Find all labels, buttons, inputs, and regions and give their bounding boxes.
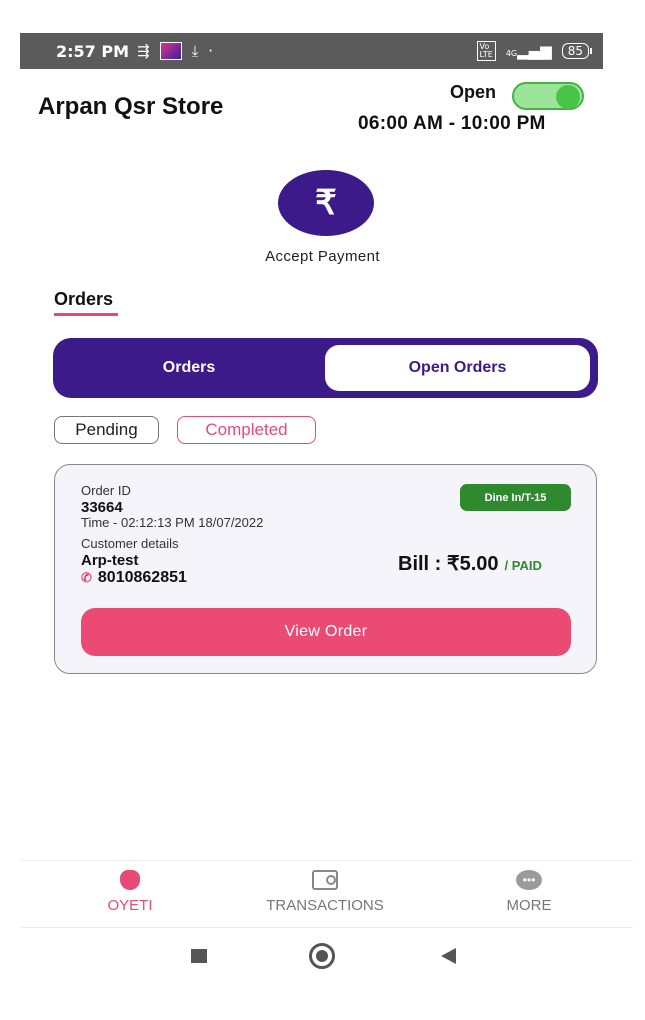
payment-status: / PAID [504, 558, 542, 573]
nav-transactions[interactable]: TRANSACTIONS [250, 869, 400, 914]
system-nav-bar [0, 935, 645, 975]
nav-transactions-label: TRANSACTIONS [266, 897, 384, 914]
customer-name: Arp-test [81, 552, 139, 569]
order-card: Order ID 33664 Time - 02:12:13 PM 18/07/… [54, 464, 597, 674]
rupee-icon: ₹ [315, 184, 337, 222]
order-time: Time - 02:12:13 PM 18/07/2022 [81, 515, 264, 530]
toggle-knob [556, 85, 580, 109]
status-icons-left: ⇶ ⤓ · [137, 42, 213, 60]
filter-completed[interactable]: Completed [177, 416, 316, 444]
dine-in-badge: Dine In/T-15 [460, 484, 571, 511]
notification-icon: ⇶ [137, 42, 150, 60]
orders-heading-underline [54, 313, 118, 316]
open-status-label: Open [450, 82, 497, 102]
dot-icon: · [208, 42, 214, 60]
order-id: 33664 [81, 499, 123, 516]
battery-icon: 85 [561, 43, 593, 59]
store-hours: 06:00 AM - 10:00 PM [358, 113, 546, 134]
recents-icon[interactable] [191, 949, 207, 963]
customer-phone[interactable]: ✆ 8010862851 [81, 569, 187, 587]
open-toggle[interactable] [512, 82, 584, 110]
bottom-nav: OYETI TRANSACTIONS ••• MORE [20, 860, 633, 928]
accept-payment-label: Accept Payment [265, 248, 380, 265]
filter-pending[interactable]: Pending [54, 416, 159, 444]
download-icon: ⤓ [191, 42, 199, 60]
orders-tab-switcher: Orders Open Orders [53, 338, 598, 398]
tab-orders[interactable]: Orders [53, 338, 325, 398]
status-bar: 2:57 PM ⇶ ⤓ · Vo LTE 4G▂▄▆ 85 [20, 33, 603, 69]
volte-icon: Vo LTE [476, 41, 496, 61]
bill-value: Bill : ₹5.00 [398, 553, 499, 575]
nav-more-label: MORE [506, 897, 552, 914]
order-id-label: Order ID [81, 483, 131, 498]
transactions-icon [312, 869, 338, 891]
bill-amount: Bill : ₹5.00 / PAID [398, 551, 542, 576]
customer-details-label: Customer details [81, 536, 179, 551]
nav-more[interactable]: ••• MORE [454, 869, 604, 914]
phone-number: 8010862851 [97, 569, 187, 586]
app-notification-icon [159, 42, 182, 60]
accept-payment-button[interactable]: ₹ [278, 170, 374, 236]
phone-icon: ✆ [81, 570, 92, 585]
nav-oyeti-label: OYETI [107, 897, 153, 914]
tab-open-orders[interactable]: Open Orders [325, 345, 590, 391]
home-icon[interactable] [309, 943, 335, 969]
view-order-button[interactable]: View Order [81, 608, 571, 656]
more-icon: ••• [516, 869, 542, 891]
oyeti-icon [117, 869, 143, 891]
status-time: 2:57 PM [56, 41, 130, 61]
back-icon[interactable] [441, 948, 456, 964]
status-icons-right: Vo LTE 4G▂▄▆ 85 [476, 41, 593, 61]
nav-oyeti[interactable]: OYETI [55, 869, 205, 914]
orders-heading: Orders [54, 289, 114, 309]
store-name: Arpan Qsr Store [38, 93, 224, 120]
signal-icon: 4G▂▄▆ [505, 42, 552, 60]
